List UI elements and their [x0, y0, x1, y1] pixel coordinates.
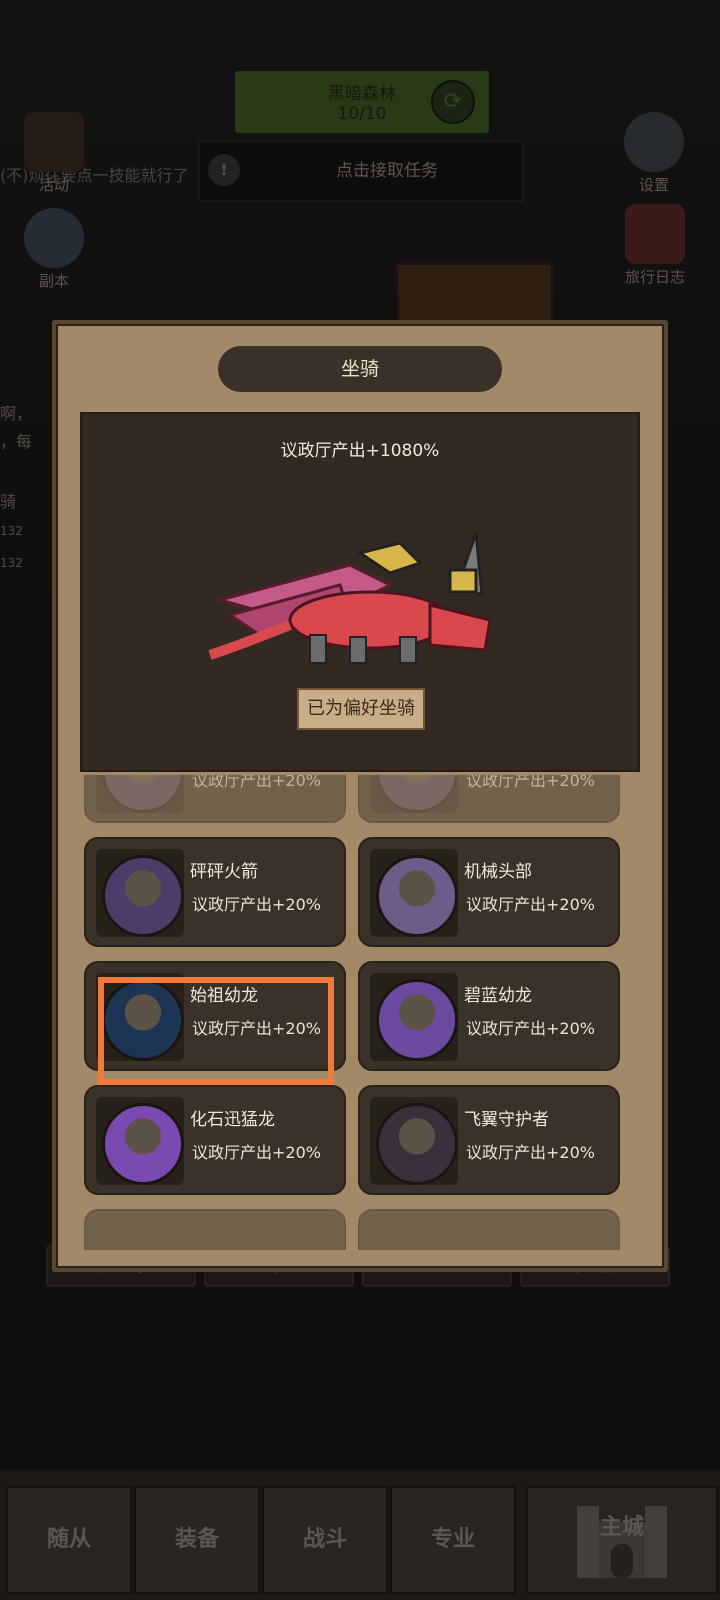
- mount-thumb: [96, 849, 184, 937]
- mount-avatar: [102, 855, 184, 937]
- mount-thumb: [370, 973, 458, 1061]
- alert-icon: !: [208, 154, 240, 186]
- mount-thumb: [370, 775, 458, 813]
- settings-button[interactable]: 设置: [618, 112, 690, 195]
- mount-card[interactable]: [84, 1209, 346, 1250]
- mount-bonus: 议政厅产出+20%: [466, 1143, 595, 1162]
- travel-log-label: 旅行日志: [624, 268, 685, 286]
- castle-icon: [577, 1506, 667, 1578]
- mount-avatar: [376, 1103, 458, 1185]
- nav-followers[interactable]: 随从: [6, 1486, 132, 1594]
- events-button[interactable]: 活动: [18, 112, 90, 195]
- quest-bar[interactable]: ! 点击接取任务: [198, 140, 524, 202]
- selection-highlight: [98, 977, 334, 1085]
- events-label: 活动: [38, 176, 69, 194]
- nav-main-city-label: 主城: [599, 1515, 644, 1540]
- nav-equipment[interactable]: 装备: [134, 1486, 260, 1594]
- mount-avatar: [102, 775, 184, 813]
- mount-bonus: 议政厅产出+20%: [192, 775, 321, 790]
- mount-card[interactable]: [358, 1209, 620, 1250]
- dragon-mount-image: [208, 532, 492, 664]
- mount-name: 碧蓝幼龙: [464, 986, 532, 1006]
- preferred-mount-button[interactable]: 已为偏好坐骑: [297, 688, 425, 730]
- chat-line: ，每: [0, 432, 33, 451]
- dungeon-button[interactable]: 副本: [18, 208, 90, 291]
- mount-card-winged-guardian[interactable]: 飞翼守护者 议政厅产出+20%: [358, 1085, 620, 1195]
- quest-button-label: 点击接取任务: [336, 161, 438, 181]
- nav-main-city[interactable]: 主城: [526, 1486, 718, 1594]
- nav-battle[interactable]: 战斗: [262, 1486, 388, 1594]
- mount-avatar: [102, 1103, 184, 1185]
- mount-card-fossil-raptor[interactable]: 化石迅猛龙 议政厅产出+20%: [84, 1085, 346, 1195]
- mount-card-azure-whelp[interactable]: 碧蓝幼龙 议政厅产出+20%: [358, 961, 620, 1071]
- mount-name: 机械头部: [464, 862, 532, 882]
- mount-thumb: [370, 849, 458, 937]
- mount-thumb: [370, 1097, 458, 1185]
- dungeon-label: 副本: [38, 272, 69, 290]
- chat-line: 骑: [0, 492, 17, 511]
- mount-thumb: [96, 775, 184, 813]
- mount-avatar: [376, 775, 458, 813]
- dungeon-icon: [24, 208, 84, 268]
- gear-icon: [624, 112, 684, 172]
- level-tag: 132: [0, 556, 23, 570]
- mount-avatar: [376, 979, 458, 1061]
- mount-avatar: [376, 855, 458, 937]
- building-window: [396, 262, 554, 326]
- mount-bonus: 议政厅产出+20%: [192, 895, 321, 914]
- mount-bonus: 议政厅产出+20%: [192, 1143, 321, 1162]
- mount-bonus: 议政厅产出+20%: [466, 895, 595, 914]
- refresh-icon[interactable]: ⟳: [431, 80, 475, 124]
- mount-name: 砰砰火箭: [190, 862, 258, 882]
- nav-professions[interactable]: 专业: [390, 1486, 516, 1594]
- travel-log-button[interactable]: 旅行日志: [610, 204, 700, 287]
- modal-title: 坐骑: [218, 346, 502, 392]
- settings-label: 设置: [638, 176, 669, 194]
- mount-thumb: [96, 1097, 184, 1185]
- total-bonus-text: 议政厅产出+1080%: [280, 441, 440, 461]
- mount-card-boom-rocket[interactable]: 砰砰火箭 议政厅产出+20%: [84, 837, 346, 947]
- mount-name: 化石迅猛龙: [190, 1110, 275, 1130]
- level-tag: 132: [0, 524, 23, 538]
- events-icon: [24, 112, 84, 172]
- chat-line: 啊，: [0, 404, 33, 423]
- mount-bonus: 议政厅产出+20%: [466, 1019, 595, 1038]
- book-icon: [625, 204, 685, 264]
- mount-card[interactable]: 议政厅产出+20%: [358, 775, 620, 823]
- zone-progress-bar[interactable]: 黑暗森林 10/10 ⟳: [232, 68, 492, 136]
- mount-bonus: 议政厅产出+20%: [466, 775, 595, 790]
- mount-card-mech-head[interactable]: 机械头部 议政厅产出+20%: [358, 837, 620, 947]
- mount-card[interactable]: 议政厅产出+20%: [84, 775, 346, 823]
- mount-name: 飞翼守护者: [464, 1110, 549, 1130]
